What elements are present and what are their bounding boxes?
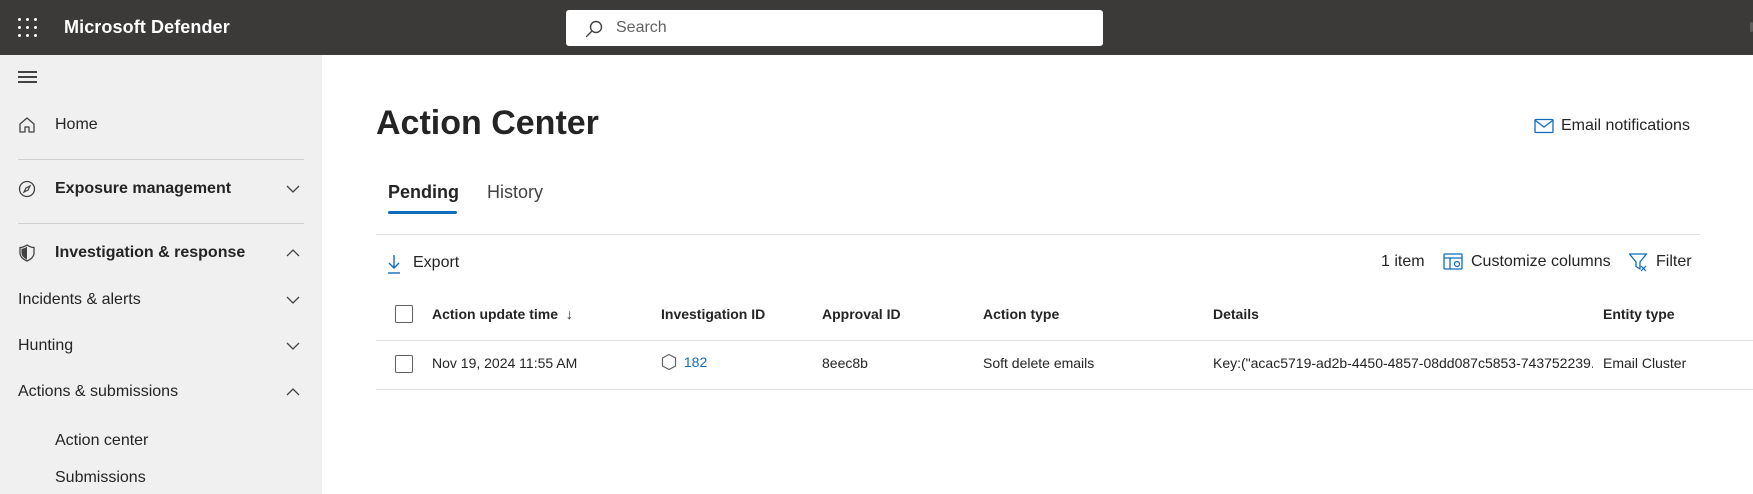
app-title[interactable]: Microsoft Defender (64, 17, 230, 38)
sidebar-item-incidents-alerts[interactable]: Incidents & alerts (0, 280, 322, 320)
row-divider (376, 389, 1753, 390)
mail-icon (1534, 118, 1554, 134)
column-header-details[interactable]: Details (1213, 306, 1259, 322)
cell-approval-id: 8eec8b (822, 355, 868, 371)
sidebar-item-label: Hunting (18, 337, 74, 354)
sidebar-item-investigation-response[interactable]: Investigation & response (0, 233, 322, 273)
sidebar-item-label: Action center (55, 432, 149, 449)
tab-pending[interactable]: Pending (388, 182, 459, 203)
export-button[interactable]: Export (386, 252, 466, 276)
active-tab-indicator (388, 211, 457, 214)
sidebar-item-label: Submissions (55, 469, 146, 486)
sidebar-item-action-center[interactable]: Action center (0, 421, 322, 461)
cell-entity-type: Email Cluster (1603, 355, 1687, 371)
sidebar-item-label: Investigation & response (55, 244, 246, 261)
chevron-down-icon (286, 185, 300, 193)
investigation-link[interactable]: 182 (684, 354, 707, 370)
customize-columns-label: Customize columns (1471, 253, 1611, 270)
sidebar-item-label: Exposure management (55, 180, 232, 197)
search-input[interactable] (616, 10, 1086, 46)
sidebar-item-home[interactable]: Home (0, 105, 322, 145)
app-launcher-icon[interactable] (18, 18, 38, 38)
column-header-approval-id[interactable]: Approval ID (822, 306, 901, 322)
sidebar-item-submissions[interactable]: Submissions (0, 458, 322, 494)
chevron-down-icon (286, 342, 300, 350)
search-icon (585, 20, 603, 38)
download-icon (388, 255, 400, 274)
sidebar-divider (18, 223, 304, 224)
chevron-up-icon (286, 388, 300, 396)
column-header-action-update-time[interactable]: Action update time ↓ (432, 306, 573, 322)
chevron-up-icon (286, 249, 300, 257)
top-bar: Microsoft Defender (0, 0, 1753, 55)
sidebar-item-actions-submissions[interactable]: Actions & submissions (0, 372, 322, 412)
sidebar-item-hunting[interactable]: Hunting (0, 326, 322, 366)
tabs-divider (376, 234, 1700, 235)
sidebar-item-label: Incidents & alerts (18, 291, 141, 308)
select-all-checkbox[interactable] (395, 305, 413, 323)
collapse-nav-icon[interactable] (18, 71, 38, 85)
sidebar-item-label: Actions & submissions (18, 383, 179, 400)
customize-columns-icon (1443, 253, 1463, 270)
filter-button[interactable]: Filter (1628, 251, 1698, 275)
filter-icon (1628, 253, 1648, 272)
column-header-entity-type[interactable]: Entity type (1603, 306, 1675, 322)
sort-descending-icon: ↓ (565, 306, 573, 322)
cell-action-update-time: Nov 19, 2024 11:55 AM (432, 355, 578, 371)
column-header-investigation-id[interactable]: Investigation ID (661, 306, 765, 322)
search-box[interactable] (566, 10, 1103, 46)
customize-columns-button[interactable]: Customize columns (1443, 251, 1613, 275)
column-header-label: Action update time (432, 306, 559, 322)
tab-history[interactable]: History (487, 182, 543, 203)
shield-icon (19, 244, 35, 262)
exposure-icon (18, 180, 36, 198)
row-checkbox[interactable] (395, 355, 413, 373)
cell-action-type: Soft delete emails (983, 355, 1095, 371)
page-title: Action Center (376, 104, 599, 142)
export-label: Export (413, 254, 460, 271)
item-count: 1 item (1381, 253, 1425, 270)
home-icon (19, 117, 35, 133)
cell-investigation-id[interactable]: 182 (661, 353, 707, 371)
cell-details: Key:("acac5719-ad2b-4450-4857-08dd087c58… (1213, 355, 1593, 371)
sidebar: Home Exposure management Investigation &… (0, 55, 322, 494)
sidebar-divider (18, 159, 304, 160)
chevron-down-icon (286, 296, 300, 304)
sidebar-item-label: Home (55, 116, 98, 133)
sidebar-item-exposure-management[interactable]: Exposure management (0, 169, 322, 209)
filter-label: Filter (1656, 253, 1692, 270)
email-notifications-label: Email notifications (1561, 117, 1690, 134)
header-divider (376, 340, 1753, 341)
investigation-icon (661, 353, 677, 371)
column-header-action-type[interactable]: Action type (983, 306, 1059, 322)
